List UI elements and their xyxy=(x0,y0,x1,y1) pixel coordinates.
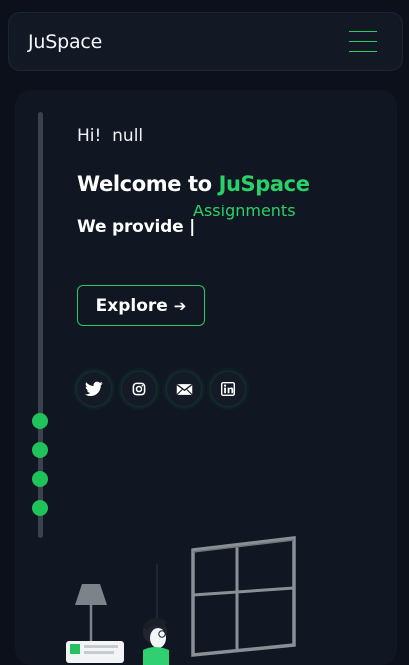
hamburger-line xyxy=(349,41,377,42)
window-grid xyxy=(191,536,296,657)
navbar: JuSpace xyxy=(8,12,403,71)
explore-button[interactable]: Explore ➔ xyxy=(77,285,205,326)
provide-label: We provide | xyxy=(77,217,196,237)
greeting-text: Hi! null xyxy=(77,126,143,146)
welcome-brand: JuSpace xyxy=(218,172,310,196)
arrow-right-icon: ➔ xyxy=(173,296,187,315)
instagram-icon-svg xyxy=(132,382,146,396)
floor-lamp xyxy=(75,584,107,642)
rail-dot[interactable] xyxy=(32,413,48,429)
brand-logo[interactable]: JuSpace xyxy=(28,30,102,54)
laptop xyxy=(66,641,124,663)
hamburger-menu-icon[interactable] xyxy=(349,31,379,53)
typed-word-text: Assignments xyxy=(193,205,296,220)
linkedin-icon-svg xyxy=(221,382,235,396)
hamburger-line xyxy=(349,51,377,52)
twitter-icon-svg xyxy=(85,381,103,397)
linkedin-icon[interactable] xyxy=(211,372,245,406)
greeting-name: null xyxy=(112,126,144,146)
welcome-heading: Welcome to JuSpace xyxy=(77,172,310,196)
rail-dot[interactable] xyxy=(32,442,48,458)
rail-dot[interactable] xyxy=(32,500,48,516)
rail-dot[interactable] xyxy=(32,471,48,487)
hero-section: Hi! null Welcome to JuSpace We provide |… xyxy=(15,90,397,665)
twitter-icon[interactable] xyxy=(77,372,111,406)
typed-word: Assignments xyxy=(193,205,323,225)
greeting-prefix: Hi! xyxy=(77,126,102,146)
email-icon-svg xyxy=(176,383,192,395)
email-icon[interactable] xyxy=(167,372,201,406)
explore-label: Explore xyxy=(95,295,168,316)
instagram-icon[interactable] xyxy=(122,372,156,406)
person-figure xyxy=(143,617,169,665)
hamburger-line xyxy=(349,31,377,32)
workspace-illustration xyxy=(66,536,296,665)
welcome-prefix: Welcome to xyxy=(77,172,212,196)
